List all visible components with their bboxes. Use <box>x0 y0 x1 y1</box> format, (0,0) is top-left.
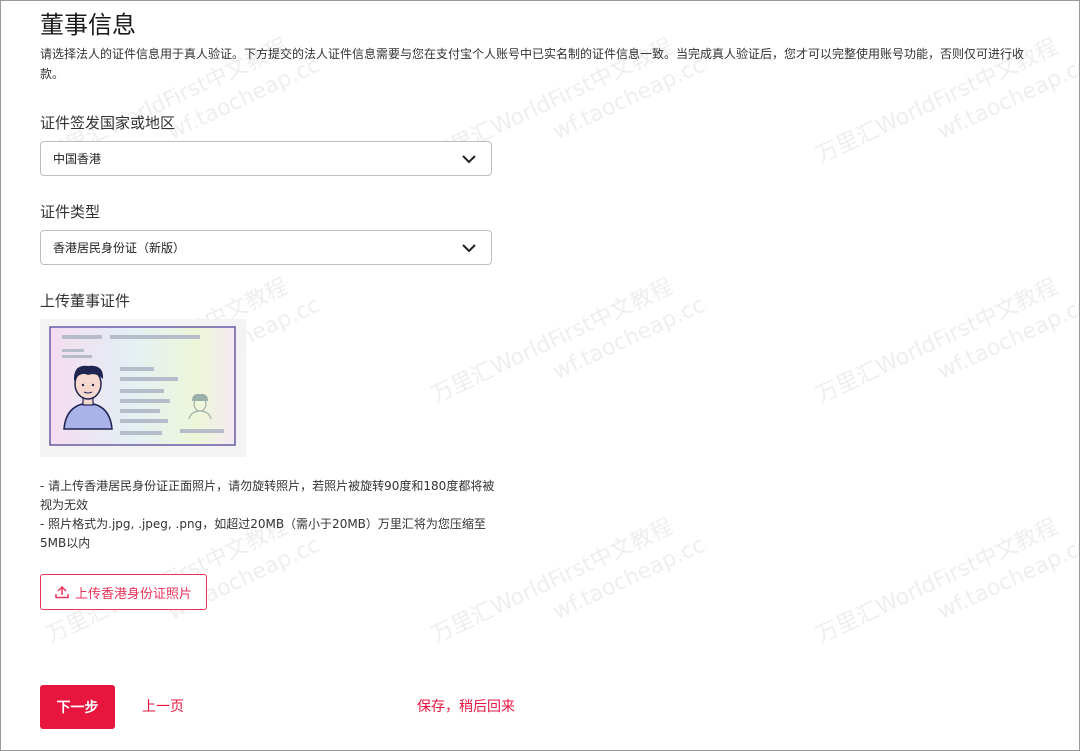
watermark-line1: 万里汇WorldFirst中文教程 <box>427 274 677 409</box>
upload-label: 上传董事证件 <box>40 292 131 310</box>
next-step-button[interactable]: 下一步 <box>40 685 115 729</box>
id-type-select[interactable]: 香港居民身份证（新版） <box>40 230 492 265</box>
chevron-down-icon <box>462 244 476 253</box>
id-card-illustration <box>49 326 236 446</box>
country-label: 证件签发国家或地区 <box>40 114 176 132</box>
upload-icon <box>55 585 69 599</box>
watermark-line2: wf.taocheap.cc <box>933 532 1080 625</box>
country-select-value: 中国香港 <box>53 152 102 166</box>
chevron-down-icon <box>462 155 476 164</box>
watermark-line1: 万里汇WorldFirst中文教程 <box>812 514 1062 649</box>
upload-id-photo-button[interactable]: 上传香港身份证照片 <box>40 574 207 610</box>
id-type-select-value: 香港居民身份证（新版） <box>53 241 186 255</box>
watermark-line2: wf.taocheap.cc <box>933 292 1080 385</box>
country-select[interactable]: 中国香港 <box>40 141 492 176</box>
watermark: 万里汇WorldFirst中文教程wf.taocheap.cc <box>812 504 1080 679</box>
intro-text: 请选择法人的证件信息用于真人验证。下方提交的法人证件信息需要与您在支付宝个人账号… <box>40 47 1025 81</box>
previous-page-link[interactable]: 上一页 <box>142 696 184 716</box>
watermark: 万里汇WorldFirst中文教程wf.taocheap.cc <box>812 264 1080 439</box>
upload-instructions: - 请上传香港居民身份证正面照片，请勿旋转照片，若照片被旋转90度和180度都将… <box>40 477 500 553</box>
id-card-sample-image <box>40 319 246 457</box>
watermark-line2: wf.taocheap.cc <box>548 292 709 385</box>
upload-id-photo-button-label: 上传香港身份证照片 <box>74 585 192 601</box>
watermark: 万里汇WorldFirst中文教程wf.taocheap.cc <box>427 264 711 439</box>
page-title: 董事信息 <box>40 11 136 39</box>
id-type-label: 证件类型 <box>40 203 101 221</box>
save-and-return-link[interactable]: 保存，稍后回来 <box>417 696 515 716</box>
upload-note-rotation: - 请上传香港居民身份证正面照片，请勿旋转照片，若照片被旋转90度和180度都将… <box>40 479 495 512</box>
watermark-line1: 万里汇WorldFirst中文教程 <box>812 274 1062 409</box>
upload-note-format: - 照片格式为.jpg, .jpeg, .png，如超过20MB（需小于20MB… <box>40 517 486 550</box>
